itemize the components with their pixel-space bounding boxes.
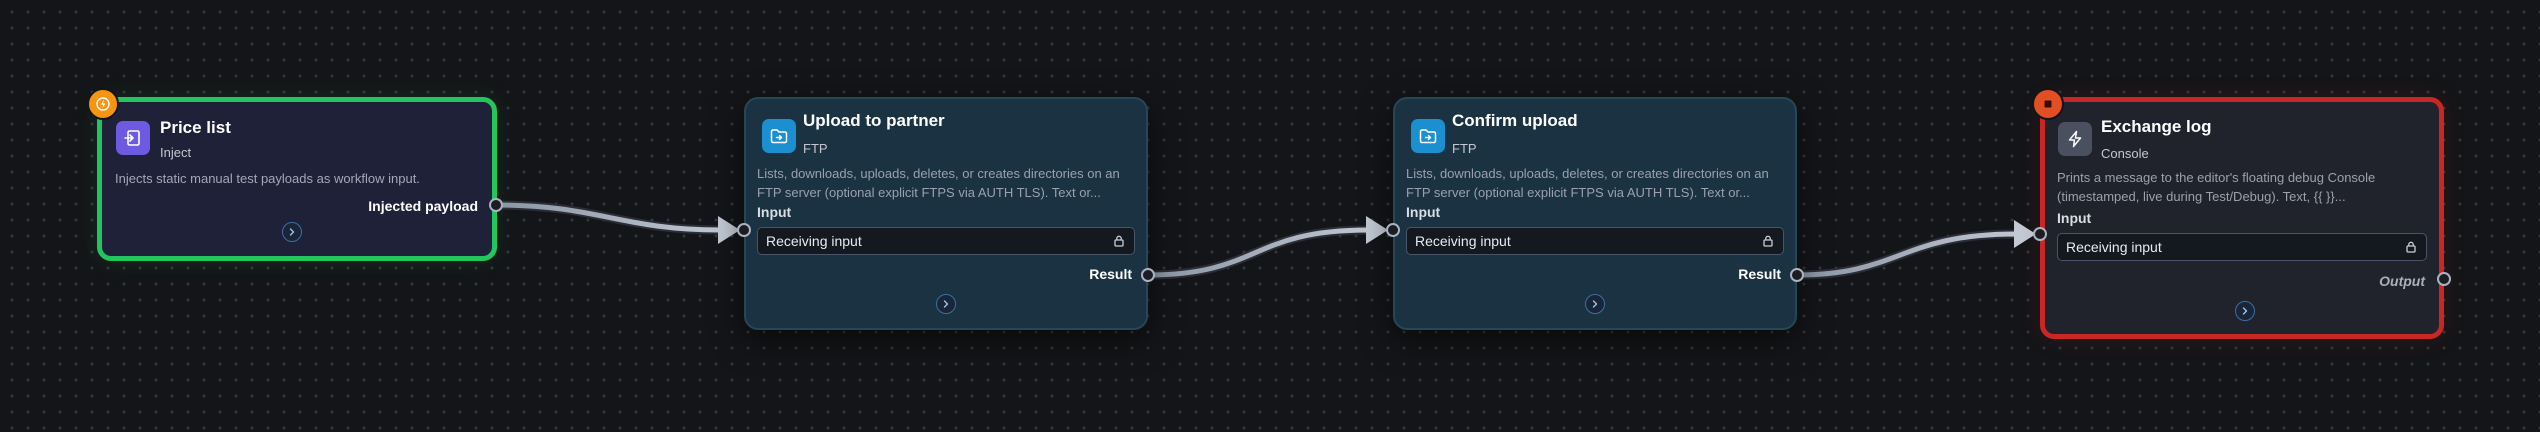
node-description: Prints a message to the editor's floatin… <box>2057 170 2376 204</box>
input-field[interactable]: Receiving input <box>2057 233 2427 261</box>
node-price-list[interactable]: Price list Inject Injects static manual … <box>97 97 497 261</box>
lock-icon <box>1763 235 1773 247</box>
node-type: Inject <box>160 145 192 160</box>
connection-upload-to-confirm[interactable] <box>1145 216 1388 280</box>
node-title: Confirm upload <box>1452 111 1578 130</box>
expand-button[interactable] <box>282 222 302 242</box>
expand-button[interactable] <box>936 294 956 314</box>
output-port[interactable] <box>2437 272 2451 286</box>
input-port[interactable] <box>2033 227 2047 241</box>
folder-upload-icon <box>762 119 796 153</box>
node-description: Lists, downloads, uploads, deletes, or c… <box>757 166 1120 200</box>
node-upload-to-partner[interactable]: Upload to partner FTP Lists, downloads, … <box>744 97 1148 330</box>
connection-confirm-to-exchange-log[interactable] <box>1794 220 2036 280</box>
lightning-icon <box>2058 122 2092 156</box>
input-port[interactable] <box>1386 223 1400 237</box>
node-confirm-upload[interactable]: Confirm upload FTP Lists, downloads, upl… <box>1393 97 1797 330</box>
node-description: Lists, downloads, uploads, deletes, or c… <box>1406 166 1769 200</box>
node-exchange-log[interactable]: Exchange log Console Prints a message to… <box>2040 97 2444 339</box>
node-description: Injects static manual test payloads as w… <box>115 171 420 186</box>
input-value: Receiving input <box>1415 233 1511 249</box>
node-type: FTP <box>803 141 828 156</box>
output-label: Result <box>1738 266 1781 282</box>
connection-price-list-to-upload[interactable] <box>493 200 740 244</box>
input-section-label: Input <box>757 204 792 220</box>
node-title: Upload to partner <box>803 111 945 130</box>
output-port[interactable] <box>489 198 503 212</box>
file-import-icon <box>116 121 150 155</box>
input-value: Receiving input <box>2066 239 2162 255</box>
lock-icon <box>1114 235 1124 247</box>
node-type: FTP <box>1452 141 1477 156</box>
node-title: Price list <box>160 118 231 137</box>
output-label: Injected payload <box>368 198 478 214</box>
folder-upload-icon <box>1411 119 1445 153</box>
trigger-icon <box>87 88 119 120</box>
output-port[interactable] <box>1141 268 1155 282</box>
input-port[interactable] <box>737 223 751 237</box>
output-label: Output <box>2379 273 2425 289</box>
chevron-right-icon <box>1592 300 1598 308</box>
chevron-right-icon <box>2242 307 2248 315</box>
input-section-label: Input <box>1406 204 1441 220</box>
expand-button[interactable] <box>1585 294 1605 314</box>
node-type: Console <box>2101 146 2149 161</box>
input-field[interactable]: Receiving input <box>1406 227 1784 255</box>
chevron-right-icon <box>943 300 949 308</box>
output-label: Result <box>1089 266 1132 282</box>
input-value: Receiving input <box>766 233 862 249</box>
node-title: Exchange log <box>2101 117 2212 136</box>
stop-icon <box>2032 88 2064 120</box>
chevron-right-icon <box>289 228 295 236</box>
lock-icon <box>2406 241 2416 253</box>
input-section-label: Input <box>2057 210 2092 226</box>
output-port[interactable] <box>1790 268 1804 282</box>
expand-button[interactable] <box>2235 301 2255 321</box>
input-field[interactable]: Receiving input <box>757 227 1135 255</box>
